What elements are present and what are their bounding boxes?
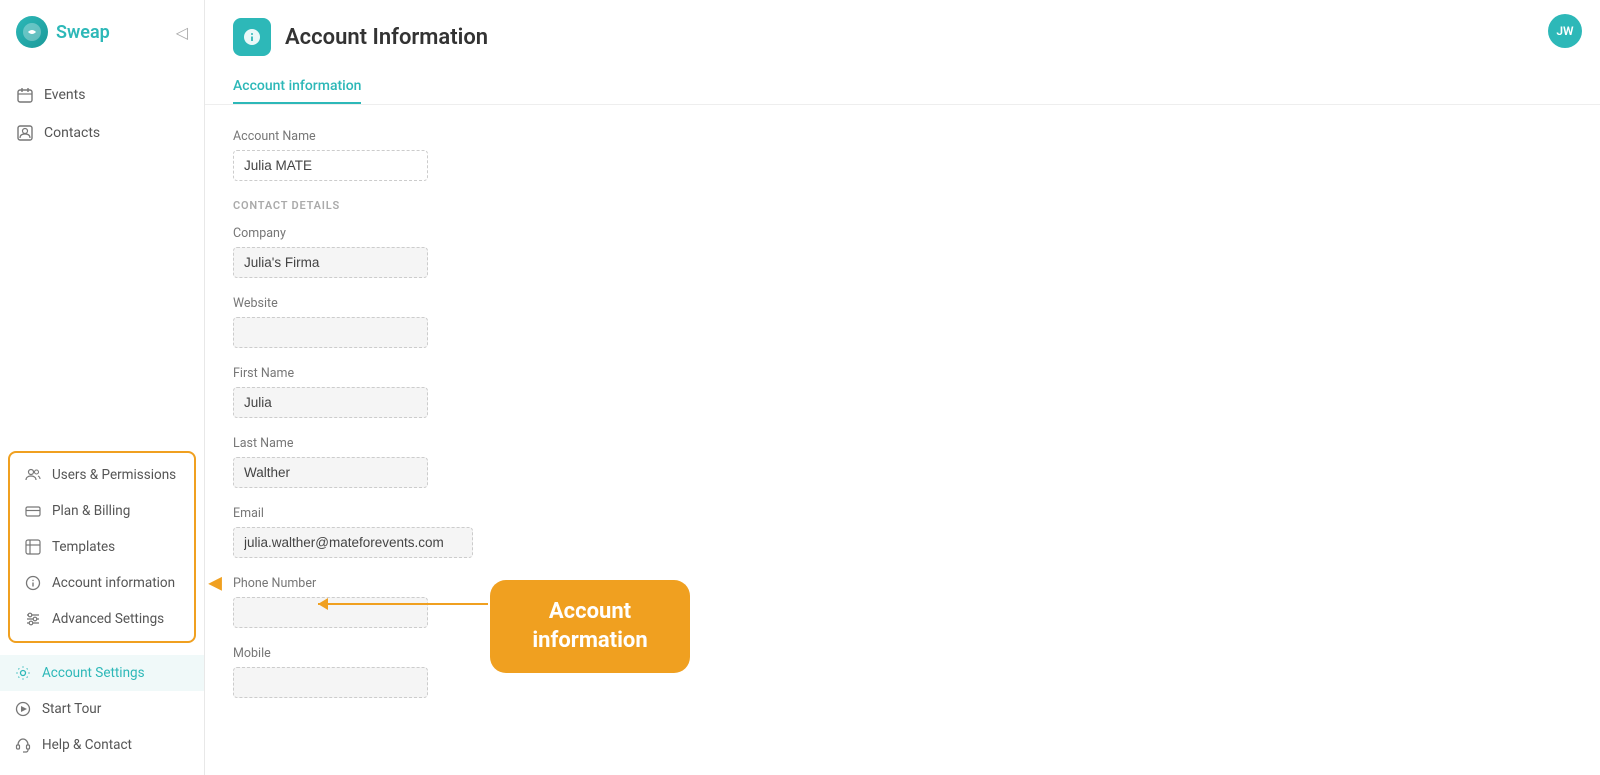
user-avatar[interactable]: JW (1548, 14, 1582, 48)
tooltip-arrow (318, 603, 488, 605)
settings-panel: Users & Permissions Plan & Billing Temp (8, 451, 196, 643)
email-group: Email (233, 506, 1572, 558)
first-name-label: First Name (233, 366, 1572, 381)
first-name-group: First Name (233, 366, 1572, 418)
gear-icon (14, 664, 32, 682)
sidebar-footer: Account Settings Start Tour (0, 651, 204, 775)
sidebar-item-advanced-settings[interactable]: Advanced Settings (10, 601, 194, 637)
page-icon (233, 18, 271, 56)
sidebar-item-account-settings-label: Account Settings (42, 665, 145, 681)
sidebar-item-account-information-label: Account information (52, 575, 175, 591)
main-content: Account Information Account information … (205, 0, 1600, 775)
sidebar-item-plan-billing[interactable]: Plan & Billing (10, 493, 194, 529)
sidebar-item-help-contact[interactable]: Help & Contact (0, 727, 204, 763)
email-input[interactable] (233, 527, 473, 558)
logo: Sweap (16, 16, 110, 48)
sidebar-item-account-settings[interactable]: Account Settings (0, 655, 204, 691)
tooltip-text: Accountinformation (532, 599, 647, 653)
sidebar-item-help-contact-label: Help & Contact (42, 737, 132, 753)
logo-icon (16, 16, 48, 48)
last-name-group: Last Name (233, 436, 1572, 488)
sidebar-item-start-tour[interactable]: Start Tour (0, 691, 204, 727)
contact-icon (16, 124, 34, 142)
account-name-input[interactable] (233, 150, 428, 181)
page-title: Account Information (285, 25, 488, 50)
users-icon (24, 466, 42, 484)
tooltip-balloon: Accountinformation (490, 580, 690, 673)
page-header: Account Information Account information (205, 0, 1600, 105)
phone-group: Phone Number (233, 576, 1572, 628)
website-label: Website (233, 296, 1572, 311)
mobile-group: Mobile (233, 646, 1572, 698)
sidebar-item-events-label: Events (44, 87, 85, 103)
phone-input[interactable] (233, 597, 428, 628)
sliders-icon (24, 610, 42, 628)
company-input[interactable] (233, 247, 428, 278)
company-group: Company (233, 226, 1572, 278)
company-label: Company (233, 226, 1572, 241)
sidebar-item-account-information[interactable]: Account information ◀ (10, 565, 194, 601)
arrow-indicator: ◀ (208, 573, 222, 594)
page-title-row: Account Information (233, 18, 1572, 56)
sidebar-item-users-permissions[interactable]: Users & Permissions (10, 457, 194, 493)
last-name-input[interactable] (233, 457, 428, 488)
sidebar-header: Sweap ◁ (0, 0, 204, 68)
email-label: Email (233, 506, 1572, 521)
tab-account-information[interactable]: Account information (233, 70, 361, 104)
contact-details-section-label: CONTACT DETAILS (233, 199, 1572, 212)
mobile-label: Mobile (233, 646, 1572, 661)
headset-icon (14, 736, 32, 754)
info-icon (24, 574, 42, 592)
form-area: Account Name CONTACT DETAILS Company Web… (205, 105, 1600, 775)
account-name-label: Account Name (233, 129, 1572, 144)
sidebar-item-events[interactable]: Events (0, 76, 204, 114)
account-name-group: Account Name (233, 129, 1572, 181)
website-group: Website (233, 296, 1572, 348)
first-name-input[interactable] (233, 387, 428, 418)
sidebar-nav: Events Contacts (0, 68, 204, 443)
sidebar-item-users-permissions-label: Users & Permissions (52, 467, 176, 483)
sidebar-item-contacts-label: Contacts (44, 125, 100, 141)
sidebar-item-templates[interactable]: Templates (10, 529, 194, 565)
calendar-icon (16, 86, 34, 104)
sidebar-item-templates-label: Templates (52, 539, 115, 555)
templates-icon (24, 538, 42, 556)
last-name-label: Last Name (233, 436, 1572, 451)
play-icon (14, 700, 32, 718)
sidebar-item-plan-billing-label: Plan & Billing (52, 503, 130, 519)
page-tabs: Account information (233, 70, 1572, 104)
collapse-sidebar-button[interactable]: ◁ (176, 23, 188, 42)
mobile-input[interactable] (233, 667, 428, 698)
sidebar-item-advanced-settings-label: Advanced Settings (52, 611, 164, 627)
sidebar-item-start-tour-label: Start Tour (42, 701, 101, 717)
logo-text: Sweap (56, 22, 110, 43)
billing-icon (24, 502, 42, 520)
sidebar: Sweap ◁ Events (0, 0, 205, 775)
website-input[interactable] (233, 317, 428, 348)
phone-label: Phone Number (233, 576, 1572, 591)
sidebar-item-contacts[interactable]: Contacts (0, 114, 204, 152)
